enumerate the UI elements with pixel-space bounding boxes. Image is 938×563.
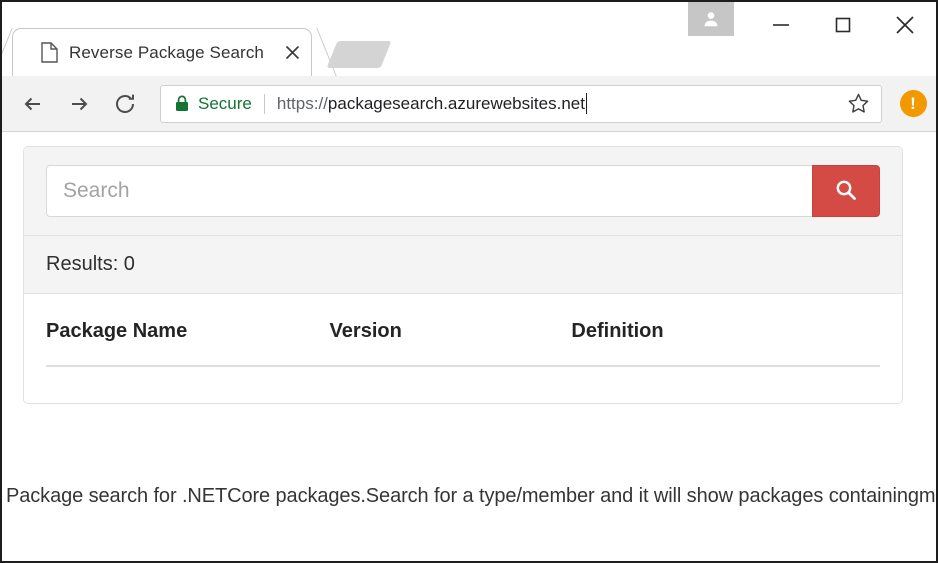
omnibox-divider <box>263 93 265 114</box>
url-text[interactable]: https://packagesearch.azurewebsites.net <box>277 93 841 114</box>
results-table: Package Name Version Definition <box>46 320 880 367</box>
browser-toolbar: Secure https://packagesearch.azurewebsit… <box>2 76 936 132</box>
lock-icon <box>175 95 189 112</box>
maximize-button[interactable] <box>812 2 874 48</box>
update-badge: ! <box>899 90 927 117</box>
tab-close-button[interactable] <box>279 40 305 66</box>
address-bar[interactable]: Secure https://packagesearch.azurewebsit… <box>160 84 882 123</box>
page-caption: Package search for .NETCore packages.Sea… <box>6 485 936 507</box>
secure-label: Secure <box>198 93 252 113</box>
column-header-package-name[interactable]: Package Name <box>46 320 330 367</box>
bookmark-star-icon[interactable] <box>841 87 875 121</box>
reload-icon[interactable] <box>102 81 148 127</box>
search-input[interactable] <box>46 165 812 217</box>
results-count: Results: 0 <box>24 236 902 294</box>
url-scheme: https:// <box>276 93 328 113</box>
tab-strip: Reverse Package Search <box>2 2 936 76</box>
document-icon <box>41 42 58 63</box>
search-row <box>46 165 880 217</box>
browser-tab[interactable]: Reverse Package Search <box>12 28 312 76</box>
tab-title: Reverse Package Search <box>69 42 264 62</box>
chrome-menu-update-icon[interactable]: ! <box>890 81 936 127</box>
back-arrow-icon[interactable] <box>10 81 56 127</box>
results-table-head: Package Name Version Definition <box>46 320 880 367</box>
search-panel: Results: 0 Package Name Version Definiti… <box>23 146 903 404</box>
minimize-button[interactable] <box>750 2 812 48</box>
table-header-row: Package Name Version Definition <box>46 320 880 367</box>
column-header-definition[interactable]: Definition <box>571 320 880 367</box>
forward-arrow-icon[interactable] <box>56 81 102 127</box>
text-cursor <box>585 93 587 114</box>
magnifier-icon <box>834 178 858 205</box>
web-page-content: Results: 0 Package Name Version Definiti… <box>2 132 936 561</box>
window-controls <box>688 2 936 48</box>
profile-icon[interactable] <box>688 2 734 36</box>
new-tab-button[interactable] <box>326 41 392 68</box>
url-host: packagesearch.azurewebsites.net <box>327 93 585 113</box>
results-table-container: Package Name Version Definition <box>24 294 902 403</box>
close-button[interactable] <box>874 2 936 48</box>
browser-window: Reverse Package Search Secure https:// p… <box>0 0 938 563</box>
search-panel-header <box>24 147 902 236</box>
search-button[interactable] <box>812 165 880 217</box>
column-header-version[interactable]: Version <box>329 320 572 367</box>
